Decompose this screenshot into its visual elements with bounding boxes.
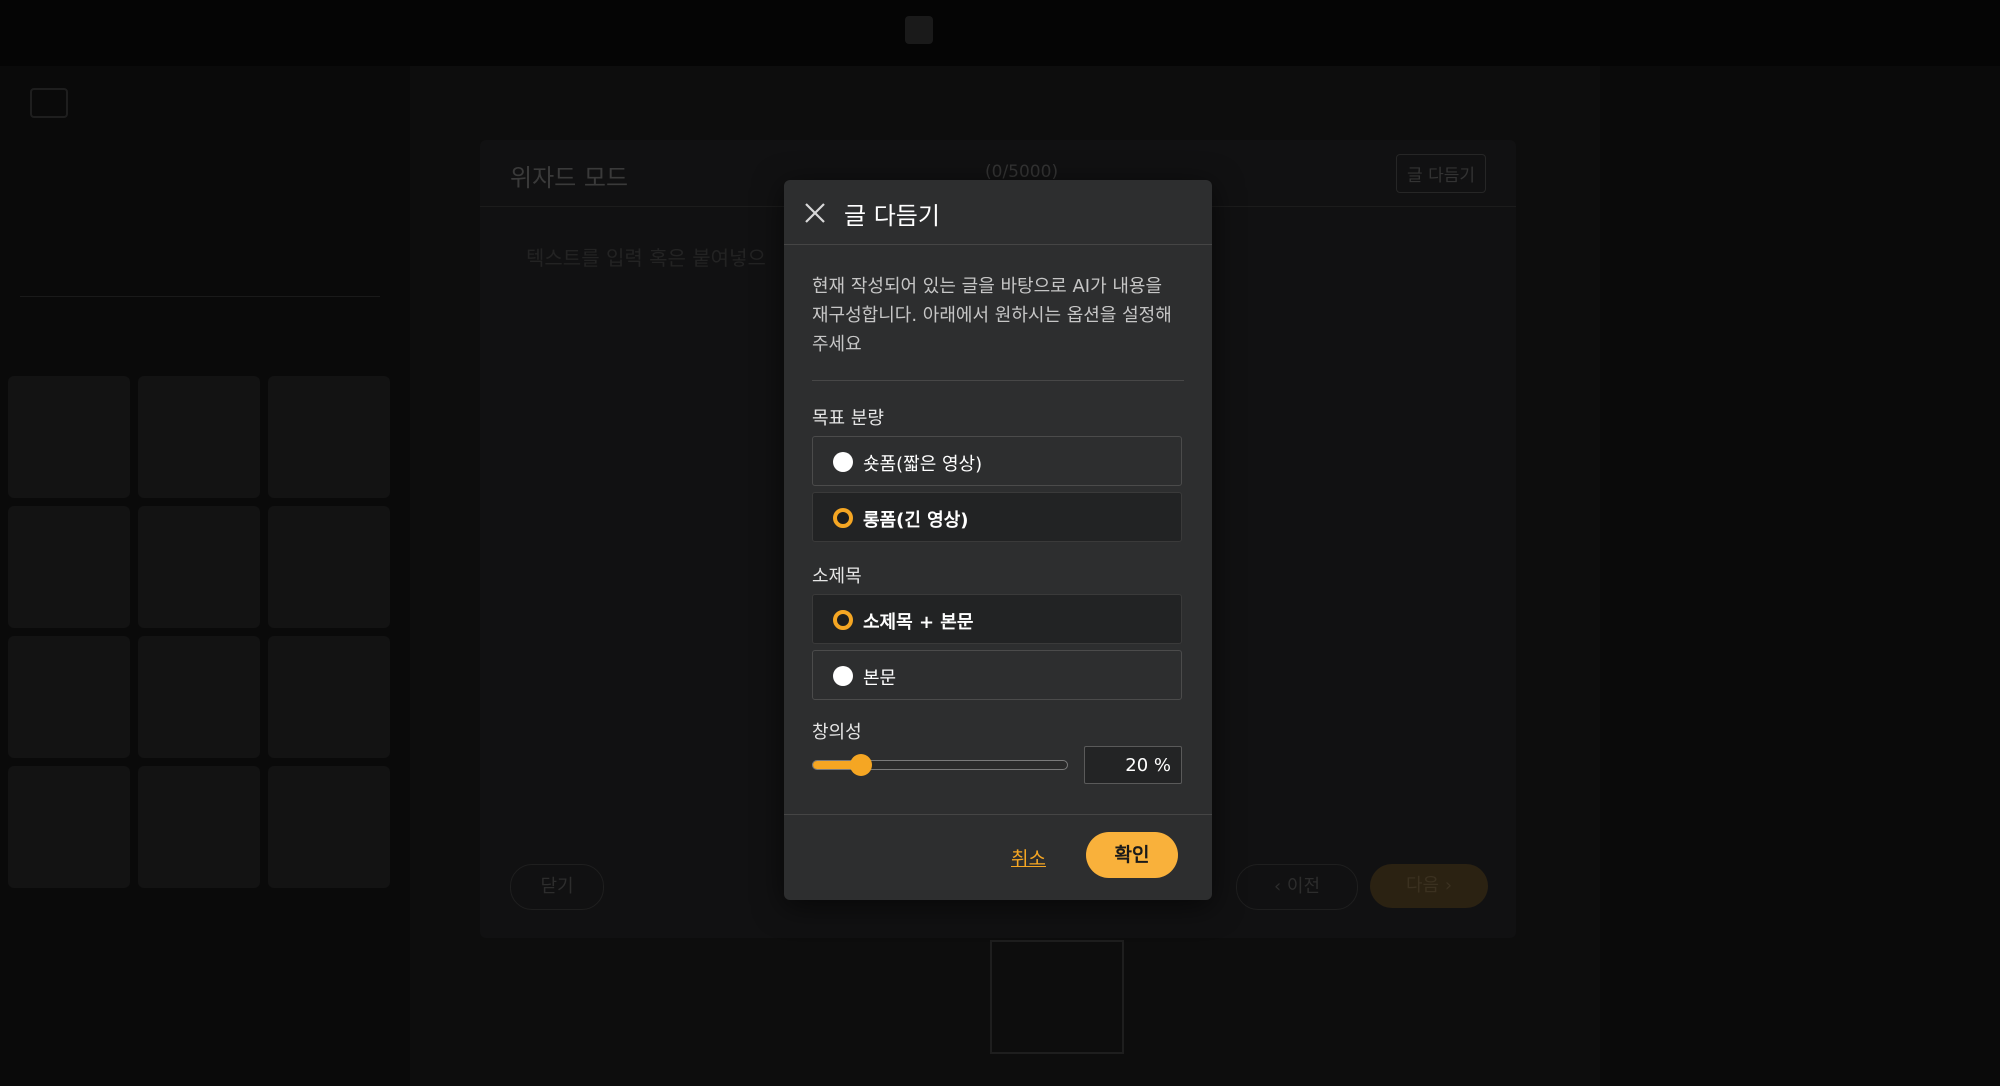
video-thumbnail [138, 766, 260, 888]
modal-title: 글 다듬기 [844, 202, 940, 230]
video-thumbnail [268, 376, 390, 498]
prev-button[interactable]: ‹ 이전 [1236, 864, 1358, 910]
next-label: 다음 [1405, 875, 1440, 896]
timeline-clip [990, 940, 1124, 1054]
right-panel [1600, 66, 2000, 1086]
video-thumbnail-grid [8, 376, 390, 888]
creativity-label: 창의성 [812, 722, 862, 743]
radio-unchecked-icon [833, 666, 853, 686]
close-icon[interactable] [802, 200, 828, 226]
refine-text-modal: 글 다듬기 현재 작성되어 있는 글을 바탕으로 AI가 내용을 재구성합니다.… [784, 180, 1212, 900]
slider-handle[interactable] [850, 754, 873, 776]
radio-unchecked-icon [833, 452, 853, 472]
app-icon [905, 16, 933, 44]
option-label: 롱폼(긴 영상) [863, 510, 969, 531]
tidy-text-button[interactable]: 글 다듬기 [1396, 154, 1486, 193]
video-thumbnail [268, 766, 390, 888]
modal-header: 글 다듬기 [784, 180, 1212, 245]
option-subtitle-body[interactable]: 소제목 + 본문 [812, 594, 1182, 644]
close-button[interactable]: 닫기 [510, 864, 604, 910]
confirm-button[interactable]: 확인 [1086, 832, 1178, 878]
modal-description: 현재 작성되어 있는 글을 바탕으로 AI가 내용을 재구성합니다. 아래에서 … [812, 276, 1172, 355]
logo-icon [30, 88, 68, 118]
cancel-button[interactable]: 취소 [1011, 844, 1046, 871]
radio-checked-icon [833, 508, 853, 528]
divider [812, 380, 1184, 381]
option-shortform[interactable]: 숏폼(짧은 영상) [812, 436, 1182, 486]
video-thumbnail [268, 506, 390, 628]
left-sidebar [0, 66, 410, 1086]
length-label: 목표 분량 [812, 408, 884, 429]
option-label: 숏폼(짧은 영상) [863, 454, 983, 475]
subtitle-label: 소제목 [812, 566, 862, 587]
creativity-input[interactable]: 20 % [1084, 746, 1182, 784]
option-label: 소제목 + 본문 [863, 612, 974, 633]
sidebar-select [20, 256, 380, 297]
video-thumbnail [8, 506, 130, 628]
top-bar [0, 0, 2000, 67]
creativity-slider[interactable] [812, 754, 1068, 776]
video-thumbnail [8, 766, 130, 888]
wizard-title: 위자드 모드 [510, 164, 629, 192]
next-button[interactable]: 다음 › [1370, 864, 1488, 908]
video-thumbnail [138, 506, 260, 628]
option-longform[interactable]: 롱폼(긴 영상) [812, 492, 1182, 542]
video-thumbnail [268, 636, 390, 758]
video-thumbnail [8, 376, 130, 498]
video-thumbnail [138, 636, 260, 758]
prev-label: 이전 [1286, 876, 1321, 897]
video-thumbnail [8, 636, 130, 758]
option-body-only[interactable]: 본문 [812, 650, 1182, 700]
char-count: (0/5000) [985, 162, 1059, 182]
radio-checked-icon [833, 610, 853, 630]
video-thumbnail [138, 376, 260, 498]
option-label: 본문 [863, 668, 897, 689]
divider [784, 814, 1212, 815]
